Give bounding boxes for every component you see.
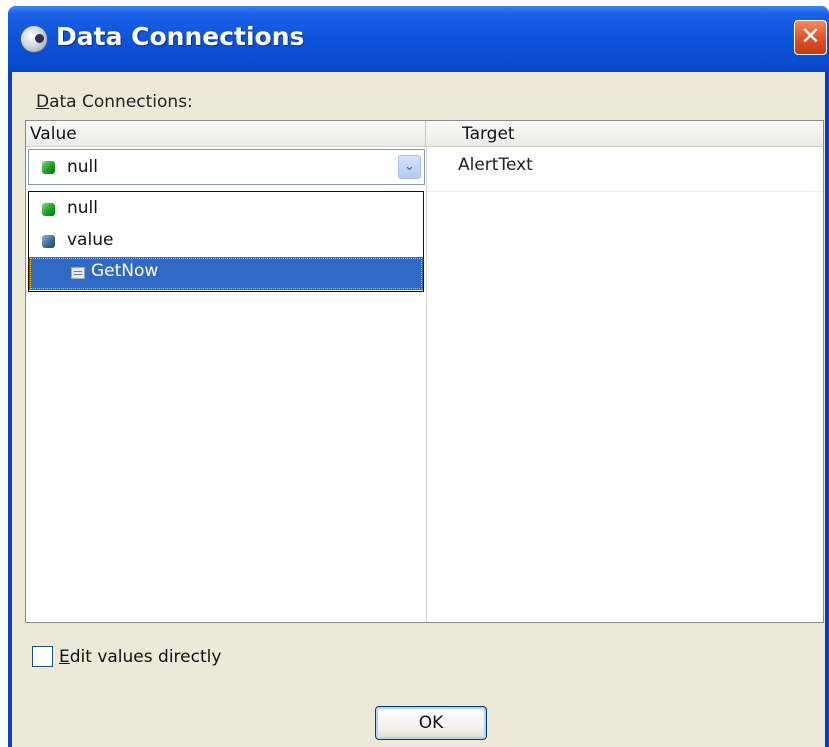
value-dropdown-list: null value GetNow [28, 191, 424, 292]
edit-values-checkbox[interactable] [32, 646, 53, 667]
window-title: Data Connections [56, 22, 305, 51]
dropdown-item-label: value [67, 230, 114, 250]
dropdown-item-getnow[interactable]: GetNow [29, 257, 423, 290]
column-divider [426, 147, 427, 622]
chevron-down-icon[interactable]: ⌄ [398, 155, 421, 179]
green-cube-icon [42, 161, 55, 174]
column-header-target[interactable]: Target [426, 121, 823, 147]
title-bar[interactable]: Data Connections ✕ [8, 6, 829, 72]
connections-grid: Value Target null ⌄ AlertText null value [25, 120, 824, 623]
mnemonic-d: D [36, 92, 50, 112]
dropdown-item-label: GetNow [91, 261, 159, 281]
data-connections-label: Data Connections: [36, 92, 193, 112]
dialog-window: Data Connections ✕ Data Connections: Val… [8, 6, 829, 747]
value-combobox[interactable]: null ⌄ [28, 149, 425, 185]
app-icon [21, 26, 47, 52]
method-icon [71, 267, 85, 279]
close-button[interactable]: ✕ [794, 20, 827, 55]
row-divider [427, 191, 823, 192]
dialog-body: Data Connections: Value Target null ⌄ Al… [12, 72, 825, 747]
target-cell[interactable]: AlertText [458, 155, 533, 175]
blue-cube-icon [42, 235, 55, 248]
edit-values-label[interactable]: Edit values directly [59, 647, 221, 667]
data-connections-label-text: ata Connections: [49, 92, 193, 112]
combo-selected-value: null [67, 157, 98, 177]
mnemonic-e: E [59, 647, 70, 667]
edit-values-label-text: dit values directly [69, 647, 222, 667]
dropdown-item-null[interactable]: null [29, 194, 423, 224]
ok-button[interactable]: OK [375, 706, 487, 740]
dropdown-item-label: null [67, 198, 98, 218]
green-cube-icon [42, 203, 55, 216]
column-header-value[interactable]: Value [26, 121, 426, 147]
dropdown-item-value[interactable]: value [29, 226, 423, 256]
